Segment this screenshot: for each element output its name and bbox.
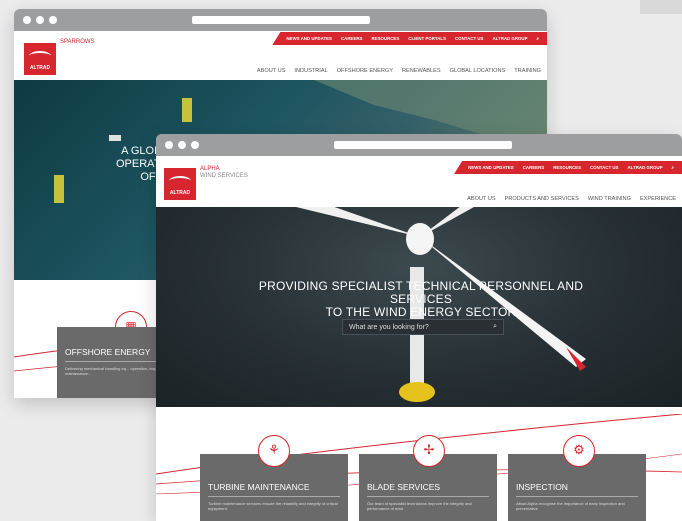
hero-line-1: PROVIDING SPECIALIST TECHNICAL PERSONNEL… <box>258 279 584 306</box>
title-bar <box>156 134 682 156</box>
card-divider <box>65 361 169 362</box>
address-bar[interactable] <box>334 141 512 149</box>
nav-renewables[interactable]: RENEWABLES <box>402 68 441 74</box>
card-divider <box>367 496 489 497</box>
card-body: Altrad Alpha recognise the importance of… <box>516 501 625 511</box>
close-dot[interactable] <box>23 16 31 24</box>
top-nav-careers[interactable]: CAREERS <box>341 36 362 41</box>
main-nav: ABOUT US PRODUCTS AND SERVICES WIND TRAI… <box>467 196 676 202</box>
subbrand: ALPHA WIND SERVICES <box>200 166 248 180</box>
top-nav-altrad-group[interactable]: ALTRAD GROUP <box>492 36 527 41</box>
maximize-dot[interactable] <box>49 16 57 24</box>
top-nav-altrad-group[interactable]: ALTRAD GROUP <box>627 165 662 170</box>
top-nav-resources[interactable]: RESOURCES <box>553 165 581 170</box>
title-bar <box>14 9 547 31</box>
top-nav-resources[interactable]: RESOURCES <box>371 36 399 41</box>
subbrand-line-2: WIND SERVICES <box>200 173 248 179</box>
inspection-icon: ⚙ <box>563 435 595 467</box>
nav-global[interactable]: GLOBAL LOCATIONS <box>450 68 506 74</box>
subbrand-line-1: ALPHA <box>200 166 220 172</box>
card-body: Our team of specialist technicians impro… <box>367 501 472 511</box>
background-shape <box>640 0 682 14</box>
top-nav-news[interactable]: NEWS AND UPDATES <box>468 165 514 170</box>
address-bar[interactable] <box>192 16 370 24</box>
maximize-dot[interactable] <box>191 141 199 149</box>
nav-products[interactable]: PRODUCTS AND SERVICES <box>505 196 579 202</box>
search-icon[interactable]: ⌕ <box>672 165 674 170</box>
card-divider <box>516 496 638 497</box>
nav-about[interactable]: ABOUT US <box>257 68 286 74</box>
alpha-wind-browser-window: ALTRAD ALPHA WIND SERVICES NEWS AND UPDA… <box>156 134 682 521</box>
top-nav: NEWS AND UPDATES CAREERS RESOURCES CONTA… <box>454 161 682 174</box>
top-nav: NEWS AND UPDATES CAREERS RESOURCES CLIEN… <box>272 32 547 45</box>
nav-industrial[interactable]: INDUSTRIAL <box>294 68 327 74</box>
logo-word: ALTRAD <box>29 65 51 71</box>
search-bar[interactable]: What are you looking for? ⌕ <box>342 319 504 335</box>
altrad-logo[interactable]: ALTRAD <box>24 43 56 75</box>
search-placeholder: What are you looking for? <box>349 323 429 331</box>
hero-line-2: TO THE WIND ENERGY SECTOR <box>325 305 517 319</box>
nav-about[interactable]: ABOUT US <box>467 196 496 202</box>
subbrand: SPARROWS <box>60 39 95 45</box>
minimize-dot[interactable] <box>178 141 186 149</box>
nav-experience[interactable]: EXPERIENCE <box>640 196 676 202</box>
turbine-icon: ⚘ <box>258 435 290 467</box>
blade-icon: ✢ <box>413 435 445 467</box>
top-nav-news[interactable]: NEWS AND UPDATES <box>286 36 332 41</box>
top-nav-contact[interactable]: CONTACT US <box>455 36 483 41</box>
wing-icon <box>29 51 51 61</box>
search-icon[interactable]: ⌕ <box>537 36 539 41</box>
top-nav-careers[interactable]: CAREERS <box>523 165 544 170</box>
logo-word: ALTRAD <box>169 190 191 196</box>
card-divider <box>208 496 340 497</box>
main-nav: ABOUT US INDUSTRIAL OFFSHORE ENERGY RENE… <box>257 68 541 74</box>
minimize-dot[interactable] <box>36 16 44 24</box>
nav-training[interactable]: TRAINING <box>514 68 541 74</box>
nav-wind-training[interactable]: WIND TRAINING <box>588 196 631 202</box>
hero-headline: PROVIDING SPECIALIST TECHNICAL PERSONNEL… <box>236 280 606 319</box>
nav-offshore[interactable]: OFFSHORE ENERGY <box>337 68 393 74</box>
wing-icon <box>169 176 191 186</box>
altrad-logo[interactable]: ALTRAD <box>164 168 196 200</box>
top-nav-contact[interactable]: CONTACT US <box>590 165 618 170</box>
card-body: Turbine maintenance services ensure the … <box>208 501 338 511</box>
search-icon[interactable]: ⌕ <box>493 323 497 331</box>
close-dot[interactable] <box>165 141 173 149</box>
top-nav-client-portals[interactable]: CLIENT PORTALS <box>408 36 446 41</box>
